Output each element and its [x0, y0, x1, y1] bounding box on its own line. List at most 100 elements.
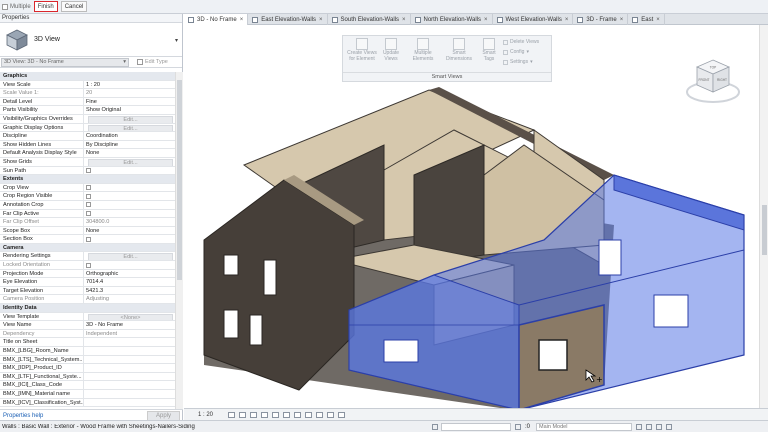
property-checkbox[interactable]: [86, 211, 91, 216]
property-checkbox[interactable]: [86, 185, 91, 191]
view-tab[interactable]: East ×: [628, 14, 665, 25]
property-checkbox[interactable]: [86, 236, 91, 242]
cancel-button[interactable]: Cancel: [60, 1, 88, 12]
property-value[interactable]: [84, 261, 175, 269]
property-value[interactable]: [84, 390, 175, 398]
property-value[interactable]: [84, 347, 175, 355]
3d-viewport[interactable]: +: [184, 25, 759, 408]
property-value[interactable]: <None>: [84, 313, 175, 321]
view-tab[interactable]: North Elevation-Walls ×: [411, 14, 493, 25]
close-icon[interactable]: ×: [484, 17, 488, 23]
property-value[interactable]: Edit...: [84, 115, 175, 123]
scrollbar-thumb[interactable]: [762, 205, 767, 255]
worksharing-icon[interactable]: [338, 411, 345, 418]
lock-icon[interactable]: [305, 411, 312, 418]
property-value[interactable]: [84, 364, 175, 372]
config-button[interactable]: Config ▾: [503, 49, 529, 55]
property-value[interactable]: Show Original: [84, 106, 175, 114]
property-value[interactable]: [84, 210, 175, 218]
property-checkbox[interactable]: [86, 262, 91, 268]
viewport-scrollbar[interactable]: [759, 25, 768, 408]
close-icon[interactable]: ×: [319, 17, 323, 23]
crop-region-icon[interactable]: [294, 411, 301, 418]
multiple-checkbox[interactable]: [2, 3, 8, 10]
properties-help-link[interactable]: Properties help: [3, 413, 43, 419]
sun-path-icon[interactable]: [250, 411, 257, 418]
property-value[interactable]: [84, 338, 175, 346]
property-value[interactable]: Edit...: [84, 252, 175, 261]
properties-scrollbar[interactable]: [175, 72, 183, 410]
close-icon[interactable]: ×: [240, 17, 244, 23]
close-icon[interactable]: ×: [620, 17, 624, 23]
smart-dimensions-button[interactable]: Smart Dimensions: [443, 38, 475, 62]
close-icon[interactable]: ×: [402, 17, 406, 23]
property-value[interactable]: Coordination: [84, 132, 175, 140]
property-edit-button[interactable]: Edit...: [88, 253, 173, 261]
property-value[interactable]: [84, 399, 175, 407]
property-value[interactable]: [84, 201, 175, 209]
view-tab[interactable]: 3D - Frame ×: [573, 14, 629, 25]
property-section-header[interactable]: Camera: [0, 243, 175, 253]
detail-level-icon[interactable]: [228, 411, 235, 418]
select-underlay-icon[interactable]: [656, 423, 663, 430]
view-tab[interactable]: East Elevation-Walls ×: [248, 14, 328, 25]
sync-icon[interactable]: [515, 423, 521, 430]
property-edit-button[interactable]: Edit...: [88, 124, 173, 132]
type-selector[interactable]: 3D View ▾: [0, 23, 182, 57]
property-value[interactable]: [84, 373, 175, 381]
create-views-button[interactable]: Create Views for Element: [345, 38, 379, 62]
property-value[interactable]: [84, 356, 175, 364]
settings-button[interactable]: Settings ▾: [503, 59, 533, 65]
smart-tags-button[interactable]: Smart Tags: [479, 38, 499, 62]
property-value[interactable]: [84, 192, 175, 200]
multiple-option[interactable]: Multiple: [2, 3, 31, 10]
shadows-icon[interactable]: [261, 411, 268, 418]
visual-style-icon[interactable]: [239, 411, 246, 418]
workset-field[interactable]: [441, 422, 511, 431]
filter-icon[interactable]: [666, 423, 673, 430]
property-value[interactable]: [84, 235, 175, 243]
property-value[interactable]: Independent: [84, 330, 175, 338]
property-checkbox[interactable]: [86, 168, 91, 174]
render-icon[interactable]: [272, 411, 279, 418]
crop-view-icon[interactable]: [283, 411, 290, 418]
property-edit-button[interactable]: <None>: [88, 313, 173, 321]
property-value[interactable]: None: [84, 227, 175, 235]
reveal-hidden-icon[interactable]: [327, 411, 334, 418]
property-value[interactable]: 3D - No Frame: [84, 321, 175, 329]
property-edit-button[interactable]: Edit...: [88, 115, 173, 123]
property-value[interactable]: Edit...: [84, 124, 175, 132]
close-icon[interactable]: ×: [656, 17, 660, 23]
select-links-icon[interactable]: [646, 423, 653, 430]
property-value[interactable]: 7014.4: [84, 278, 175, 286]
property-value[interactable]: [84, 381, 175, 389]
multiple-elements-button[interactable]: Multiple Elements: [409, 38, 437, 62]
view-tab[interactable]: West Elevation-Walls ×: [493, 14, 574, 25]
property-checkbox[interactable]: [86, 193, 91, 199]
property-value[interactable]: By Discipline: [84, 141, 175, 149]
scrollbar-thumb[interactable]: [177, 80, 182, 280]
instance-selector[interactable]: 3D View: 3D - No Frame ▾: [1, 57, 129, 67]
property-value[interactable]: [84, 184, 175, 192]
editable-only-icon[interactable]: [636, 423, 643, 430]
view-cube[interactable]: TOP FRONT RIGHT: [683, 50, 743, 110]
view-scale[interactable]: 1 : 20: [184, 412, 224, 418]
temporary-hide-icon[interactable]: [316, 411, 323, 418]
property-section-header[interactable]: Extents: [0, 175, 175, 184]
property-value[interactable]: 1 : 20: [84, 81, 175, 89]
view-tab[interactable]: South Elevation-Walls ×: [328, 14, 411, 25]
delete-views-button[interactable]: Delete Views: [503, 39, 539, 45]
property-value[interactable]: None: [84, 149, 175, 157]
chevron-down-icon[interactable]: ▾: [175, 37, 178, 44]
design-option-field[interactable]: Main Model: [536, 422, 633, 431]
close-icon[interactable]: ×: [565, 17, 569, 23]
property-value[interactable]: Fine: [84, 98, 175, 106]
property-value[interactable]: Edit...: [84, 158, 175, 166]
property-value[interactable]: [84, 167, 175, 175]
property-value[interactable]: Orthographic: [84, 270, 175, 278]
building-model[interactable]: +: [184, 25, 759, 408]
property-section-header[interactable]: Identity Data: [0, 304, 175, 313]
edit-type-button[interactable]: Edit Type: [137, 59, 168, 65]
property-value[interactable]: 304800.0: [84, 218, 175, 226]
property-checkbox[interactable]: [86, 202, 91, 208]
